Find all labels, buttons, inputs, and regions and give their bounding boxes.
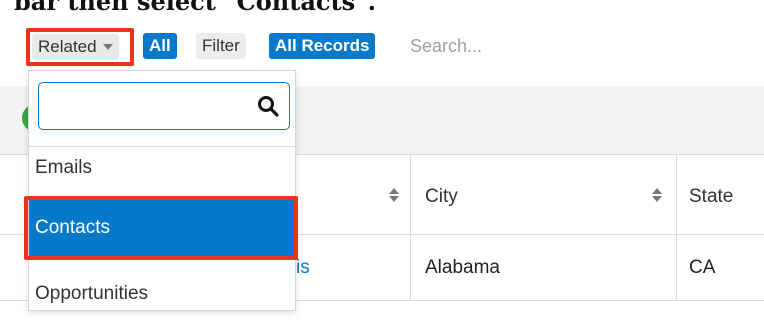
related-highlight-box (26, 28, 134, 66)
contacts-highlight-box (24, 196, 298, 260)
sort-icon[interactable] (389, 188, 399, 204)
dropdown-item-emails[interactable]: Emails (29, 140, 295, 196)
search-input[interactable]: Search... (410, 33, 482, 59)
record-name-link[interactable]: is (296, 257, 310, 279)
instruction-text: bar then select "Contacts". (14, 0, 376, 16)
dropdown-item-opportunities[interactable]: Opportunities (29, 266, 295, 322)
sort-icon[interactable] (652, 188, 662, 204)
cell-city: Alabama (425, 257, 500, 278)
filter-label: Filter (196, 33, 246, 59)
all-module-pill[interactable]: All (143, 33, 177, 59)
cell-state: CA (689, 257, 716, 278)
all-records-pill[interactable]: All Records (269, 33, 376, 59)
column-divider (676, 154, 677, 300)
dropdown-search-input[interactable] (47, 91, 251, 121)
dropdown-search-field[interactable] (38, 82, 290, 130)
column-divider (410, 154, 411, 300)
column-header-city[interactable]: City (425, 186, 458, 208)
search-icon[interactable] (257, 95, 279, 117)
column-header-state[interactable]: State (689, 186, 733, 208)
